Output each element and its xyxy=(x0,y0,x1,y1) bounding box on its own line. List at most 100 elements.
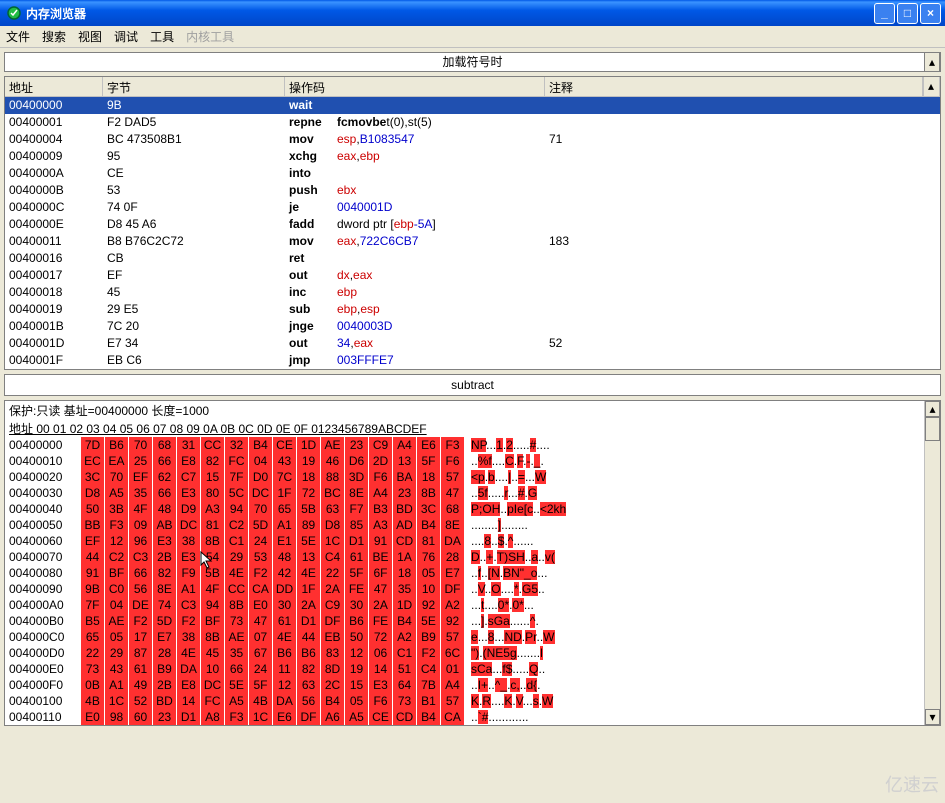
hex-byte[interactable]: 61 xyxy=(273,613,297,629)
hex-byte[interactable]: C4 xyxy=(321,549,345,565)
hex-byte[interactable]: 9B xyxy=(81,581,105,597)
hex-byte[interactable]: 63 xyxy=(321,501,345,517)
hex-byte[interactable]: CC xyxy=(225,581,249,597)
hex-byte[interactable]: 05 xyxy=(105,629,129,645)
hex-byte[interactable]: B4 xyxy=(417,709,441,725)
hex-byte[interactable]: 4B xyxy=(81,693,105,709)
disasm-row[interactable]: 00400001F2 DAD5repnefcmovbet(0),st(5) xyxy=(5,114,940,131)
hex-byte[interactable]: 8E xyxy=(153,581,177,597)
hex-byte[interactable]: 92 xyxy=(417,597,441,613)
hex-byte[interactable]: F2 xyxy=(249,565,273,581)
disasm-row[interactable]: 0040001929 E5subebp,esp xyxy=(5,301,940,318)
menu-file[interactable]: 文件 xyxy=(6,28,30,45)
hex-byte[interactable]: 53 xyxy=(249,549,273,565)
hex-byte[interactable]: A4 xyxy=(441,677,465,693)
hex-byte[interactable]: B6 xyxy=(273,645,297,661)
hex-byte[interactable]: 5F xyxy=(249,677,273,693)
hex-scroll-up[interactable]: ▴ xyxy=(925,401,940,417)
hex-byte[interactable]: DF xyxy=(441,581,465,597)
disasm-row[interactable]: 0040000C74 0Fje0040001D xyxy=(5,199,940,216)
hex-byte[interactable]: 82 xyxy=(153,565,177,581)
hex-byte[interactable]: 92 xyxy=(441,613,465,629)
hex-row[interactable]: 004000909BC0568EA14FCCCADD1F2AFE473510DF… xyxy=(5,581,940,597)
hex-byte[interactable]: 12 xyxy=(105,533,129,549)
hex-byte[interactable]: 45 xyxy=(201,645,225,661)
hex-byte[interactable]: BE xyxy=(369,549,393,565)
hex-byte[interactable]: E7 xyxy=(153,629,177,645)
hex-byte[interactable]: DA xyxy=(441,533,465,549)
menu-tools[interactable]: 工具 xyxy=(150,28,174,45)
hex-byte[interactable]: BA xyxy=(393,469,417,485)
hex-scroll-thumb[interactable] xyxy=(925,417,940,441)
hex-byte[interactable]: 5B xyxy=(297,501,321,517)
hex-byte[interactable]: 52 xyxy=(129,693,153,709)
hex-byte[interactable]: 22 xyxy=(81,645,105,661)
hex-byte[interactable]: 46 xyxy=(321,453,345,469)
hex-byte[interactable]: 3C xyxy=(417,501,441,517)
hex-byte[interactable]: 35 xyxy=(225,645,249,661)
hex-row[interactable]: 004001004B1C52BD14FCA54BDA56B405F673B157… xyxy=(5,693,940,709)
hex-byte[interactable]: 47 xyxy=(369,581,393,597)
hex-byte[interactable]: 15 xyxy=(201,469,225,485)
hex-byte[interactable]: 4B xyxy=(249,693,273,709)
hex-byte[interactable]: DA xyxy=(273,693,297,709)
hex-byte[interactable]: BC xyxy=(321,485,345,501)
hex-byte[interactable]: E3 xyxy=(369,677,393,693)
hex-byte[interactable]: 57 xyxy=(441,693,465,709)
hex-byte[interactable]: CA xyxy=(249,581,273,597)
hex-byte[interactable]: E1 xyxy=(273,533,297,549)
hex-byte[interactable]: 4E xyxy=(273,629,297,645)
hex-byte[interactable]: 48 xyxy=(153,501,177,517)
menu-view[interactable]: 视图 xyxy=(78,28,102,45)
hex-byte[interactable]: DE xyxy=(129,597,153,613)
hex-byte[interactable]: EF xyxy=(81,533,105,549)
hex-byte[interactable]: 80 xyxy=(201,485,225,501)
hex-byte[interactable]: 87 xyxy=(129,645,153,661)
hex-byte[interactable]: 5E xyxy=(297,533,321,549)
hex-byte[interactable]: 8E xyxy=(441,517,465,533)
hex-byte[interactable]: 72 xyxy=(297,485,321,501)
hex-byte[interactable]: 56 xyxy=(129,581,153,597)
hex-byte[interactable]: 2C xyxy=(321,677,345,693)
hex-byte[interactable]: CD xyxy=(393,533,417,549)
hex-byte[interactable]: 04 xyxy=(105,597,129,613)
menu-search[interactable]: 搜索 xyxy=(42,28,66,45)
hex-byte[interactable]: 6F xyxy=(369,565,393,581)
hex-byte[interactable]: B4 xyxy=(321,693,345,709)
hex-byte[interactable]: 2D xyxy=(369,453,393,469)
hex-byte[interactable]: AE xyxy=(321,437,345,453)
hex-byte[interactable]: 23 xyxy=(345,437,369,453)
hex-byte[interactable]: B9 xyxy=(417,629,441,645)
disasm-row[interactable]: 0040001845incebp xyxy=(5,284,940,301)
hex-byte[interactable]: 60 xyxy=(129,709,153,725)
hex-byte[interactable]: 18 xyxy=(393,565,417,581)
hex-byte[interactable]: 65 xyxy=(81,629,105,645)
hex-byte[interactable]: 09 xyxy=(129,517,153,533)
hex-byte[interactable]: 7F xyxy=(225,469,249,485)
hex-byte[interactable]: 7C xyxy=(273,469,297,485)
hex-byte[interactable]: E6 xyxy=(417,437,441,453)
hex-byte[interactable]: F3 xyxy=(441,437,465,453)
hex-byte[interactable]: C9 xyxy=(321,597,345,613)
hex-byte[interactable]: 42 xyxy=(273,565,297,581)
hex-byte[interactable]: 88 xyxy=(321,469,345,485)
hex-byte[interactable]: A2 xyxy=(393,629,417,645)
hex-byte[interactable]: 25 xyxy=(129,453,153,469)
hex-byte[interactable]: 7F xyxy=(81,597,105,613)
hex-byte[interactable]: 64 xyxy=(393,677,417,693)
hex-byte[interactable]: F2 xyxy=(417,645,441,661)
hex-byte[interactable]: F2 xyxy=(177,613,201,629)
hex-byte[interactable]: 1D xyxy=(297,437,321,453)
hex-byte[interactable]: EF xyxy=(129,469,153,485)
hex-byte[interactable]: B9 xyxy=(153,661,177,677)
disasm-row[interactable]: 0040001DE7 34out34,eax52 xyxy=(5,335,940,352)
disasm-row[interactable]: 0040000995xchgeax,ebp xyxy=(5,148,940,165)
hex-byte[interactable]: D0 xyxy=(249,469,273,485)
hex-byte[interactable]: 65 xyxy=(273,501,297,517)
hex-byte[interactable]: 91 xyxy=(369,533,393,549)
hex-byte[interactable]: 5E xyxy=(225,677,249,693)
hex-byte[interactable]: 5D xyxy=(153,613,177,629)
hex-byte[interactable]: 63 xyxy=(297,677,321,693)
hex-byte[interactable]: 70 xyxy=(129,437,153,453)
hex-byte[interactable]: 73 xyxy=(81,661,105,677)
